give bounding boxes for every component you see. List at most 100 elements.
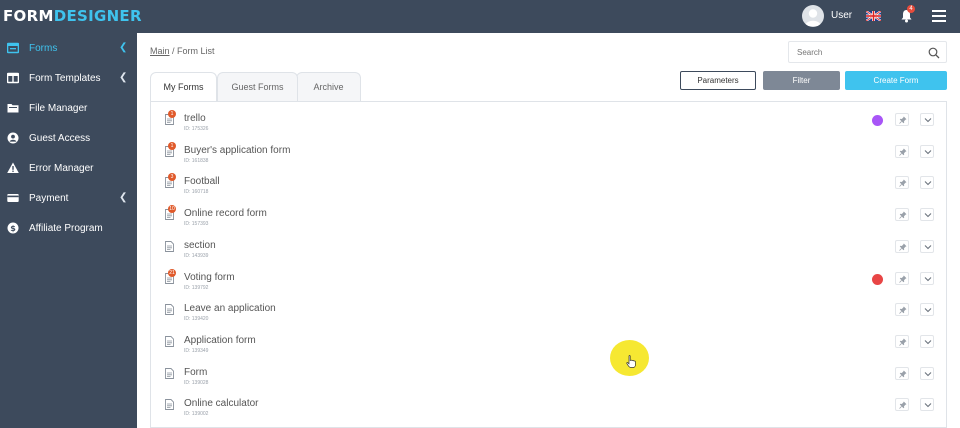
expand-button[interactable] — [920, 113, 934, 126]
expand-button[interactable] — [920, 176, 934, 190]
pin-button[interactable] — [895, 398, 909, 412]
pin-button[interactable] — [895, 144, 909, 158]
pin-icon — [899, 179, 907, 188]
status-color-dot[interactable] — [872, 115, 883, 126]
expand-button[interactable] — [920, 144, 934, 158]
sidebar-item-label: Forms — [29, 43, 58, 54]
sidebar-item-label: Payment — [29, 193, 69, 204]
tab-archive[interactable]: Archive — [296, 72, 361, 101]
folder-icon — [7, 104, 19, 113]
app-logo[interactable]: FORMDESIGNER — [3, 7, 142, 25]
svg-text:$: $ — [10, 224, 16, 233]
sidebar: Forms ❮ Form Templates ❮ File Manager Gu… — [0, 33, 137, 428]
tab-my-forms[interactable]: My Forms — [150, 72, 217, 102]
expand-button[interactable] — [920, 366, 934, 380]
document-icon — [165, 399, 174, 411]
form-id: ID: 139002 — [184, 411, 209, 418]
new-submissions-badge: 1 — [168, 110, 176, 118]
pin-button[interactable] — [895, 176, 909, 190]
pin-button[interactable] — [895, 366, 909, 380]
form-row[interactable]: 1 Buyer's application form ID: 161838 — [151, 137, 946, 169]
form-row[interactable]: 3 Football ID: 160718 — [151, 168, 946, 200]
chevron-down-icon — [924, 276, 932, 281]
form-name[interactable]: Form — [184, 367, 207, 378]
user-name[interactable]: User — [831, 10, 852, 21]
pin-button[interactable] — [895, 303, 909, 317]
new-submissions-badge: 10 — [168, 205, 176, 214]
new-submissions-badge: 21 — [168, 268, 176, 277]
form-name[interactable]: Online calculator — [184, 398, 258, 409]
form-row[interactable]: Application form ID: 139349 — [151, 327, 946, 359]
sidebar-item-file-manager[interactable]: File Manager — [0, 93, 137, 123]
pin-icon — [899, 243, 907, 251]
hamburger-menu-icon[interactable] — [932, 10, 946, 22]
filter-button[interactable]: Filter — [763, 71, 840, 90]
sidebar-item-payment[interactable]: Payment ❮ — [0, 183, 137, 213]
form-name[interactable]: Online record form — [184, 208, 267, 219]
pin-icon — [899, 116, 907, 124]
pin-button[interactable] — [895, 334, 909, 348]
form-row[interactable]: Leave an application ID: 139420 — [151, 295, 946, 327]
form-name[interactable]: Application form — [184, 335, 256, 346]
search-icon[interactable] — [928, 47, 940, 59]
search-box — [788, 41, 947, 63]
sidebar-item-label: Affiliate Program — [29, 223, 103, 234]
form-row[interactable]: 1 trello ID: 175326 — [151, 105, 946, 137]
sidebar-item-error-manager[interactable]: Error Manager — [0, 153, 137, 183]
form-id: ID: 139792 — [184, 284, 209, 291]
sidebar-item-affiliate-program[interactable]: $ Affiliate Program — [0, 213, 137, 243]
pin-button[interactable] — [895, 113, 909, 126]
breadcrumb-separator: / — [169, 46, 178, 56]
hand-cursor-icon — [626, 355, 636, 368]
status-color-dot[interactable] — [872, 273, 883, 285]
form-id: ID: 161838 — [184, 157, 209, 164]
chevron-down-icon — [924, 244, 932, 250]
pin-icon — [899, 211, 907, 219]
form-row[interactable]: 21 Voting form ID: 139792 — [151, 264, 946, 296]
expand-button[interactable] — [920, 208, 934, 222]
expand-button[interactable] — [920, 398, 934, 412]
expand-button[interactable] — [920, 271, 934, 285]
chevron-down-icon — [924, 340, 932, 345]
form-row[interactable]: 10 Online record form ID: 157393 — [151, 200, 946, 232]
pin-icon — [899, 306, 907, 314]
form-id: ID: 143939 — [184, 252, 209, 259]
form-row[interactable]: Form ID: 139028 — [151, 359, 946, 391]
chevron-down-icon — [924, 181, 932, 186]
pin-button[interactable] — [895, 271, 909, 285]
pin-button[interactable] — [895, 239, 909, 253]
form-name[interactable]: trello — [184, 113, 206, 124]
form-id: ID: 139420 — [184, 316, 209, 323]
uk-flag-icon[interactable] — [866, 11, 881, 21]
expand-button[interactable] — [920, 239, 934, 253]
chevron-down-icon — [924, 213, 932, 218]
tab-guest-forms[interactable]: Guest Forms — [217, 72, 298, 101]
sidebar-item-forms[interactable]: Forms ❮ — [0, 33, 137, 63]
expand-button[interactable] — [920, 303, 934, 317]
avatar[interactable] — [802, 5, 824, 27]
pin-icon — [899, 148, 907, 156]
pin-icon — [899, 401, 907, 410]
search-input[interactable] — [797, 46, 917, 59]
sidebar-item-form-templates[interactable]: Form Templates ❮ — [0, 63, 137, 93]
sidebar-item-label: Form Templates — [29, 73, 101, 84]
sidebar-item-guest-access[interactable]: Guest Access — [0, 123, 137, 153]
form-id: ID: 139028 — [184, 379, 209, 386]
pin-button[interactable] — [895, 208, 909, 222]
new-submissions-badge: 1 — [168, 141, 176, 150]
form-row[interactable]: Online calculator ID: 139002 — [151, 390, 946, 422]
create-form-button[interactable]: Create Form — [845, 71, 947, 90]
form-name[interactable]: Football — [184, 176, 220, 187]
parameters-button[interactable]: Parameters — [680, 71, 756, 90]
logo-part-form: FORM — [3, 7, 54, 25]
notification-count-badge: 4 — [907, 5, 915, 13]
chevron-down-icon — [924, 149, 932, 154]
form-name[interactable]: section — [184, 240, 216, 251]
user-circle-icon — [7, 132, 19, 144]
form-name[interactable]: Voting form — [184, 272, 235, 283]
breadcrumb-link-main[interactable]: Main — [150, 46, 170, 56]
form-row[interactable]: section ID: 143939 — [151, 232, 946, 264]
form-name[interactable]: Leave an application — [184, 303, 276, 314]
form-name[interactable]: Buyer's application form — [184, 145, 290, 156]
expand-button[interactable] — [920, 334, 934, 348]
